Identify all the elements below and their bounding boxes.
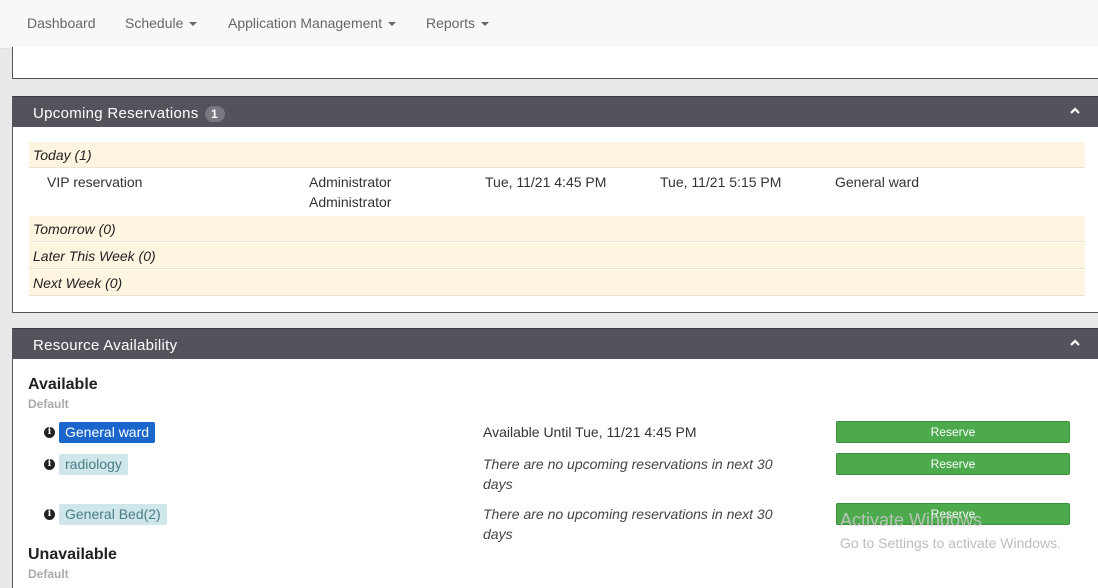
group-today: Today (1) xyxy=(29,142,1085,168)
resource-status: There are no upcoming reservations in ne… xyxy=(483,456,773,472)
resource-status: There are no upcoming reservations in ne… xyxy=(483,506,773,522)
reservation-user-line2: Administrator xyxy=(309,194,392,210)
resource-tag-radiology[interactable]: radiology xyxy=(59,454,128,475)
upcoming-reservations-panel: Upcoming Reservations 1 Today (1) VIP res… xyxy=(12,96,1098,313)
reservation-end: Tue, 11/21 5:15 PM xyxy=(660,174,782,190)
unavailable-heading: Unavailable xyxy=(28,546,117,563)
caret-down-icon xyxy=(481,22,490,27)
reserve-button[interactable]: Reserve xyxy=(836,453,1070,475)
available-heading: Available xyxy=(28,376,98,393)
group-label: Later This Week (0) xyxy=(33,248,156,264)
panel-title: Upcoming Reservations 1 xyxy=(33,105,225,122)
nav-schedule-label: Schedule xyxy=(125,15,184,31)
reservation-resource: General ward xyxy=(835,174,920,190)
nav-reports[interactable]: Reports xyxy=(426,15,490,31)
nav-schedule[interactable]: Schedule xyxy=(125,15,198,31)
chevron-up-icon[interactable] xyxy=(1070,106,1080,116)
resource-availability-header: Resource Availability xyxy=(13,328,1098,359)
reserve-button[interactable]: Reserve xyxy=(836,503,1070,525)
top-navbar: Dashboard Schedule Application Managemen… xyxy=(0,0,1098,49)
resource-tag-general-bed[interactable]: General Bed(2) xyxy=(59,504,167,525)
group-label: Next Week (0) xyxy=(33,275,123,291)
group-label: Today (1) xyxy=(33,147,92,163)
reservation-user: Administrator xyxy=(309,174,392,190)
previous-panel-bottom xyxy=(12,47,1098,79)
reserve-button[interactable]: Reserve xyxy=(836,421,1070,443)
resource-status: Available Until Tue, 11/21 4:45 PM xyxy=(483,424,697,440)
reservation-title[interactable]: VIP reservation xyxy=(47,172,142,192)
unavailable-group-label: Default xyxy=(28,567,69,581)
reservation-start: Tue, 11/21 4:45 PM xyxy=(485,174,607,190)
group-label: Tomorrow (0) xyxy=(33,221,116,237)
resource-availability-panel: Resource Availability Available Default … xyxy=(12,328,1098,588)
info-icon[interactable]: i xyxy=(44,459,55,470)
group-next-week: Next Week (0) xyxy=(29,270,1085,296)
resource-status-line2: days xyxy=(483,476,513,492)
info-icon[interactable]: i xyxy=(44,427,55,438)
upcoming-reservations-title: Upcoming Reservations xyxy=(33,105,199,122)
reservation-count-badge: 1 xyxy=(204,106,225,122)
resource-status-line2: days xyxy=(483,526,513,542)
nav-application-management[interactable]: Application Management xyxy=(228,15,397,31)
resource-tag-general-ward[interactable]: General ward xyxy=(59,422,156,443)
resource-availability-title: Resource Availability xyxy=(33,337,178,354)
nav-application-management-label: Application Management xyxy=(228,15,383,31)
chevron-up-icon[interactable] xyxy=(1070,338,1080,348)
caret-down-icon xyxy=(189,22,198,27)
available-group-label: Default xyxy=(28,397,69,411)
info-icon[interactable]: i xyxy=(44,509,55,520)
group-later-this-week: Later This Week (0) xyxy=(29,243,1085,269)
caret-down-icon xyxy=(388,22,397,27)
group-tomorrow: Tomorrow (0) xyxy=(29,216,1085,242)
nav-reports-label: Reports xyxy=(426,15,476,31)
nav-dashboard[interactable]: Dashboard xyxy=(27,15,96,31)
upcoming-reservations-header: Upcoming Reservations 1 xyxy=(13,96,1098,127)
